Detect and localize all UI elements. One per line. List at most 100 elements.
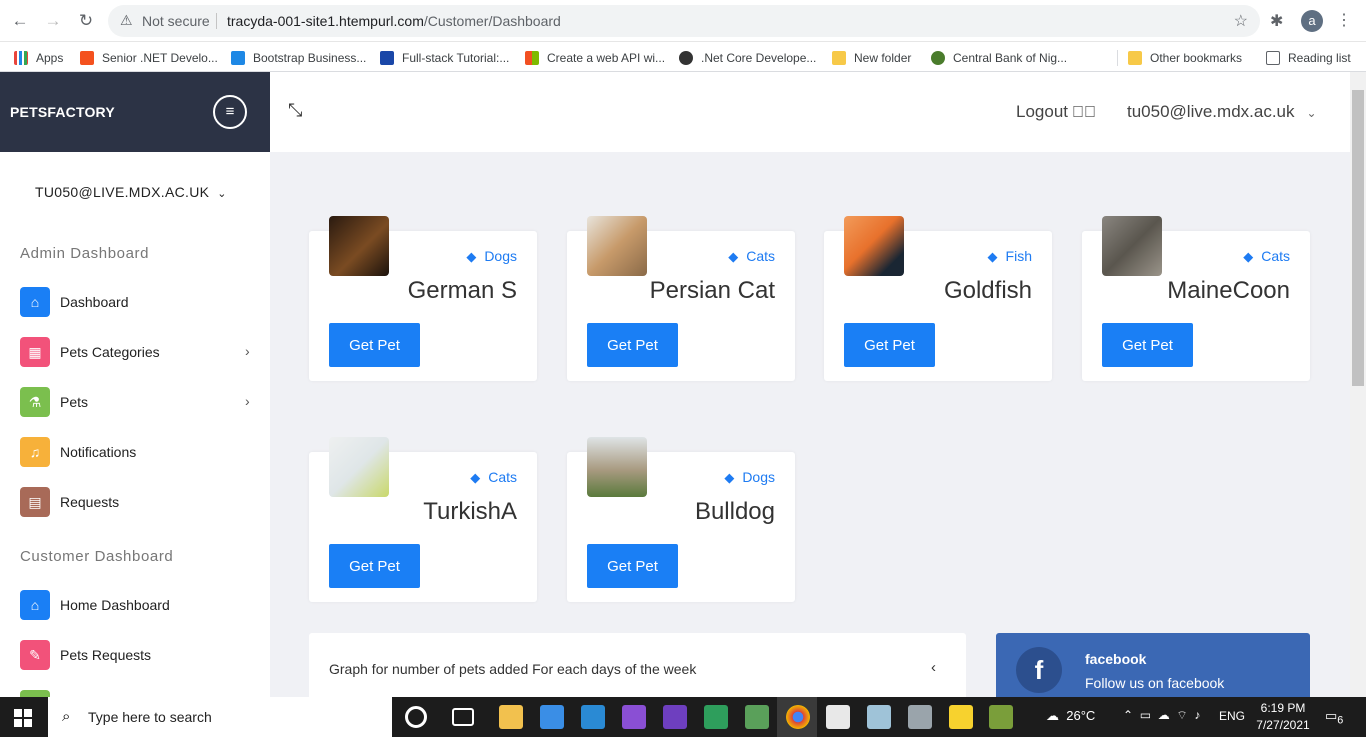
taskbar-search[interactable]: ⌕ Type here to search [48, 697, 392, 737]
sidebar-item-pets[interactable]: ⚗ Pets › [20, 387, 260, 417]
menu-toggle-icon[interactable]: ≡ [213, 95, 247, 129]
pet-image [329, 216, 389, 276]
mail-icon[interactable] [540, 705, 564, 729]
bookmark-star-icon[interactable]: ☆ [1234, 11, 1248, 31]
sticky-notes-icon[interactable] [949, 705, 973, 729]
grid-icon: ▦ [20, 337, 50, 367]
sidebar-user-dropdown[interactable]: TU050@LIVE.MDX.AC.UK ⌄ [35, 184, 227, 200]
back-icon[interactable]: ← [9, 10, 31, 32]
forward-icon[interactable]: → [42, 10, 64, 32]
chevron-right-icon: › [245, 343, 250, 359]
bookmark-apps[interactable]: Apps [14, 49, 63, 67]
chevron-up-icon: ⌃ [1123, 708, 1134, 722]
other-bookmarks[interactable]: Other bookmarks [1128, 49, 1242, 67]
bookmark-senior-net[interactable]: Senior .NET Develo... [80, 49, 218, 67]
bell-icon: ♫ [20, 437, 50, 467]
excel-icon[interactable] [704, 705, 728, 729]
logout-icon: ▮⃞ [1072, 104, 1096, 121]
cortana-icon[interactable] [405, 706, 427, 728]
bookmark-central-bank[interactable]: Central Bank of Nig... [931, 49, 1067, 67]
facebook-title: facebook [1085, 651, 1147, 667]
get-pet-button[interactable]: Get Pet [587, 544, 678, 588]
app-icon[interactable] [867, 705, 891, 729]
other-bookmarks-label: Other bookmarks [1150, 51, 1243, 65]
media-icon[interactable] [745, 705, 769, 729]
language-indicator[interactable]: ENG [1219, 709, 1245, 723]
get-pet-button[interactable]: Get Pet [844, 323, 935, 367]
sidebar-item-home-dashboard[interactable]: ⌂ Home Dashboard [20, 590, 260, 620]
get-pet-button[interactable]: Get Pet [329, 544, 420, 588]
bookmark-fullstack[interactable]: Full-stack Tutorial:... [380, 49, 509, 67]
tag-icon: ◆ [1243, 249, 1254, 264]
vscode-icon[interactable] [581, 705, 605, 729]
scrollbar-thumb[interactable] [1352, 90, 1364, 386]
pet-category[interactable]: ◆ Cats [1243, 248, 1290, 265]
bookmark-netcore[interactable]: .Net Core Develope... [679, 49, 816, 67]
sidebar-item-pets-requests[interactable]: ✎ Pets Requests [20, 640, 260, 670]
search-icon: ⌕ [62, 708, 71, 725]
sidebar-item-dashboard[interactable]: ⌂ Dashboard [20, 287, 260, 317]
facebook-subtitle: Follow us on facebook [1085, 675, 1225, 691]
calculator-icon[interactable] [908, 705, 932, 729]
pet-category[interactable]: ◆ Dogs [724, 469, 775, 486]
reload-icon[interactable]: ↻ [75, 10, 97, 32]
fullscreen-icon[interactable]: ⤡ [288, 100, 302, 121]
pet-image [844, 216, 904, 276]
visual-studio-icon[interactable] [622, 705, 646, 729]
bookmark-web-api[interactable]: Create a web API wi... [525, 49, 665, 67]
pet-name: Persian Cat [649, 277, 775, 304]
project-icon[interactable] [989, 705, 1013, 729]
bookmark-bootstrap[interactable]: Bootstrap Business... [231, 49, 366, 67]
pet-category-label: Dogs [484, 248, 517, 264]
brand-logo[interactable]: PETSFACTORY [10, 104, 115, 120]
windows-start-icon[interactable] [14, 709, 32, 727]
cloud-icon: ☁ [1046, 708, 1059, 723]
pet-category[interactable]: ◆ Fish [988, 248, 1032, 265]
browser-toolbar: ← → ↻ ⚠ Not secure tracyda-001-site1.hte… [0, 0, 1366, 42]
weather-widget[interactable]: ☁ 26°C [1046, 708, 1095, 724]
dog-icon: ✎ [20, 640, 50, 670]
get-pet-button[interactable]: Get Pet [329, 323, 420, 367]
bookmark-new-folder[interactable]: New folder [832, 49, 911, 67]
get-pet-button[interactable]: Get Pet [587, 323, 678, 367]
pet-image [587, 437, 647, 497]
brand-bar: PETSFACTORY ≡ [0, 72, 270, 152]
wifi-icon: ⌔ [1176, 708, 1188, 722]
chevron-left-icon[interactable]: ‹ [931, 659, 936, 676]
apps-grid-icon [14, 51, 28, 65]
file-explorer-icon[interactable] [499, 705, 523, 729]
pet-category[interactable]: ◆ Dogs [466, 248, 517, 265]
task-view-icon[interactable] [452, 708, 474, 726]
tag-icon: ◆ [724, 470, 735, 485]
sidebar-item-requests[interactable]: ▤ Requests [20, 487, 260, 517]
sidebar-item-partial[interactable] [20, 690, 50, 697]
pet-name: German S [407, 277, 517, 304]
onedrive-icon: ☁ [1157, 708, 1170, 722]
url-text[interactable]: tracyda-001-site1.htempurl.com/Customer/… [227, 13, 561, 29]
system-tray[interactable]: ⌃ ▭ ☁ ⌔ ♪ [1123, 708, 1200, 723]
paint-icon[interactable] [826, 705, 850, 729]
sidebar-item-pets-categories[interactable]: ▦ Pets Categories › [20, 337, 260, 367]
get-pet-button[interactable]: Get Pet [1102, 323, 1193, 367]
address-bar[interactable]: ⚠ Not secure tracyda-001-site1.htempurl.… [108, 5, 1260, 37]
visual-studio-alt-icon[interactable] [663, 705, 687, 729]
browser-menu-icon[interactable]: ⋮ [1336, 10, 1352, 30]
taskbar-clock[interactable]: 6:19 PM 7/27/2021 [1255, 700, 1311, 734]
logout-button[interactable]: Logout ▮⃞ [1016, 102, 1096, 122]
pet-category-label: Fish [1005, 248, 1032, 264]
profile-avatar[interactable]: a [1301, 10, 1323, 32]
home-icon: ⌂ [20, 287, 50, 317]
bookmark-favicon-icon [679, 51, 693, 65]
user-menu-dropdown[interactable]: tu050@live.mdx.ac.uk ⌄ [1127, 102, 1317, 122]
chrome-icon[interactable] [786, 705, 810, 729]
notification-center-icon[interactable]: ▭6 [1325, 708, 1343, 727]
reading-list[interactable]: Reading list [1266, 49, 1351, 67]
extensions-icon[interactable]: ✱ [1270, 11, 1283, 31]
sidebar-item-notifications[interactable]: ♫ Notifications [20, 437, 260, 467]
pet-category[interactable]: ◆ Cats [470, 469, 517, 486]
pet-category-label: Cats [746, 248, 775, 264]
pet-category[interactable]: ◆ Cats [728, 248, 775, 265]
taskbar-search-placeholder: Type here to search [88, 709, 212, 725]
pet-name: MaineCoon [1167, 277, 1290, 304]
folder-icon [832, 51, 846, 65]
